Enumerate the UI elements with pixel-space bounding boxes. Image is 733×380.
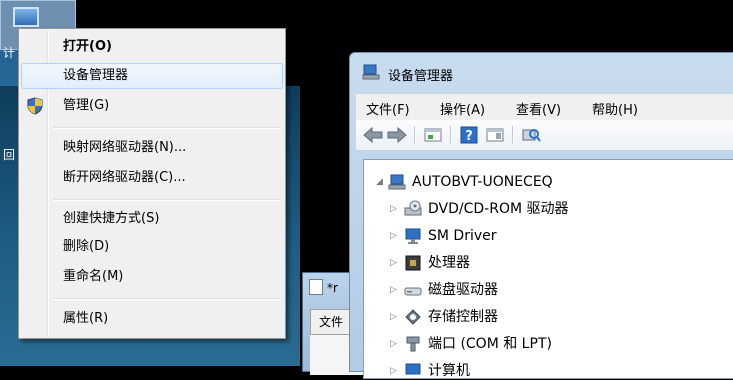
expand-icon[interactable]: ▷ <box>390 258 397 268</box>
menu-item-label: 打开(O) <box>63 39 112 54</box>
menu-action[interactable]: 操作(A) <box>440 99 485 118</box>
menu-item-label: 映射网络驱动器(N)... <box>63 140 187 155</box>
collapse-icon[interactable]: ◢ <box>376 177 383 187</box>
properties-icon[interactable] <box>422 125 444 145</box>
tree-item-label: 计算机 <box>428 363 470 379</box>
tree-item-label: DVD/CD-ROM 驱动器 <box>428 201 569 217</box>
menu-item-label: 设备管理器 <box>63 68 129 83</box>
dvd-drive-icon <box>404 200 422 216</box>
window-title: 设备管理器 <box>388 69 454 84</box>
menu-item-label: 断开网络驱动器(C)... <box>63 170 186 185</box>
computer-icon <box>405 363 421 375</box>
menu-item-create-shortcut[interactable]: 创建快捷方式(S) <box>21 206 283 232</box>
device-manager-icon <box>362 64 380 80</box>
menu-item-manage[interactable]: 管理(G) <box>21 93 283 119</box>
menu-help[interactable]: 帮助(H) <box>592 99 638 118</box>
monitor-icon <box>405 228 421 244</box>
menu-view[interactable]: 查看(V) <box>516 99 561 118</box>
tree-item-label: 存储控制器 <box>428 309 498 325</box>
menu-item-label: 属性(R) <box>63 311 109 326</box>
expand-icon[interactable]: ▷ <box>390 204 397 214</box>
svg-text:?: ? <box>465 129 473 144</box>
disk-drive-icon <box>404 287 422 296</box>
computer-icon <box>13 7 39 27</box>
computer-icon <box>388 174 406 190</box>
menu-item-rename[interactable]: 重命名(M) <box>21 264 283 290</box>
view-icon[interactable] <box>484 125 506 145</box>
tree-item-label: SM Driver <box>428 228 497 244</box>
forward-arrow-icon[interactable] <box>386 125 408 145</box>
device-tree: ◢ AUTOBVT-UONECEQ ▷ DVD/CD-ROM 驱动器 ▷ SM … <box>363 159 733 379</box>
menu-item-label: 管理(G) <box>63 98 110 113</box>
expand-icon[interactable]: ▷ <box>390 231 397 241</box>
menu-item-label: 创建快捷方式(S) <box>63 211 160 226</box>
desktop-icon-label: 计 <box>3 46 16 60</box>
menu-item-open[interactable]: 打开(O) <box>21 34 283 60</box>
expand-icon[interactable]: ▷ <box>390 285 397 295</box>
menu-separator <box>53 127 281 129</box>
toolbar: ? <box>356 120 733 151</box>
help-icon[interactable]: ? <box>458 125 480 145</box>
tree-item-label: 处理器 <box>428 255 470 271</box>
tree-item-label: 磁盘驱动器 <box>428 282 498 298</box>
notepad-title: *r <box>327 281 338 295</box>
computer-name: AUTOBVT-UONECEQ <box>412 174 553 190</box>
context-menu: 打开(O) 设备管理器 管理(G) 映射网络驱动器(N)... 断开网络驱动器(… <box>18 28 286 339</box>
menu-item-device-manager[interactable]: 设备管理器 <box>21 63 283 89</box>
shield-icon <box>27 97 43 115</box>
expand-icon[interactable]: ▷ <box>390 339 397 349</box>
menu-item-delete[interactable]: 删除(D) <box>21 234 283 260</box>
menu-separator <box>53 199 281 201</box>
device-manager-window[interactable]: 设备管理器 文件(F) 操作(A) 查看(V) 帮助(H) ? ◢ AUTOBV… <box>349 52 733 379</box>
expand-icon[interactable]: ▷ <box>390 312 397 322</box>
menu-item-label: 重命名(M) <box>63 269 124 284</box>
menu-item-properties[interactable]: 属性(R) <box>21 306 283 332</box>
expand-icon[interactable]: ▷ <box>390 366 397 376</box>
notepad-icon <box>309 279 323 295</box>
port-icon <box>406 336 420 352</box>
storage-controller-icon <box>405 309 421 325</box>
back-arrow-icon[interactable] <box>362 125 384 145</box>
processor-icon <box>405 255 421 271</box>
menu-item-map-network-drive[interactable]: 映射网络驱动器(N)... <box>21 135 283 161</box>
notepad-menu-file-label: 文件 <box>319 315 344 329</box>
menu-file[interactable]: 文件(F) <box>366 99 410 118</box>
menu-item-disconnect-network-drive[interactable]: 断开网络驱动器(C)... <box>21 165 283 191</box>
menu-item-label: 删除(D) <box>63 239 110 254</box>
menu-separator <box>53 298 281 300</box>
menu-bar: 文件(F) 操作(A) 查看(V) 帮助(H) <box>356 93 733 120</box>
tree-item-label: 端口 (COM 和 LPT) <box>428 336 552 352</box>
recycle-bin-label: 回 <box>3 148 16 162</box>
scan-hardware-icon[interactable] <box>520 125 542 145</box>
